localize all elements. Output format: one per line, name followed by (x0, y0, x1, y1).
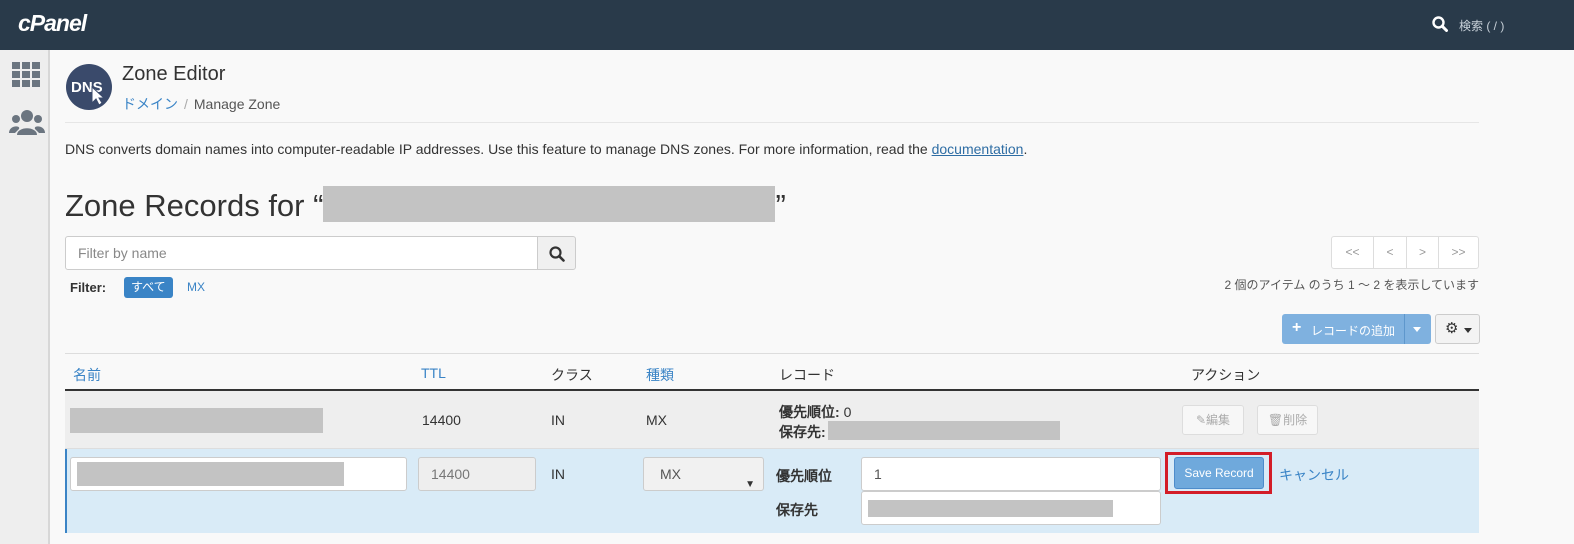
edit-button[interactable]: ✎編集 (1182, 405, 1244, 435)
record-class: IN (551, 412, 565, 428)
edit-label: 編集 (1206, 413, 1231, 427)
cancel-link[interactable]: キャンセル (1279, 465, 1349, 485)
priority-field-label: 優先順位 (776, 468, 832, 484)
priority-input[interactable]: 1 (861, 457, 1161, 491)
chevron-down-icon[interactable] (1413, 327, 1421, 332)
breadcrumb-current: Manage Zone (193, 96, 281, 112)
header-divider (65, 122, 1479, 123)
search-shortcut-label[interactable]: 検索 ( / ) (1459, 17, 1504, 34)
zone-records-title: Zone Records for “ ” (65, 186, 786, 224)
button-divider (1404, 314, 1405, 344)
page-prev-button[interactable]: < (1373, 237, 1406, 268)
column-header-record: レコード (779, 367, 835, 383)
filter-label: Filter: (70, 280, 107, 295)
filter-mx-pill[interactable]: MX (187, 280, 205, 294)
save-record-button[interactable]: Save Record (1174, 457, 1264, 489)
filter-all-pill[interactable]: すべて (124, 277, 173, 298)
pagination: << < > >> (1331, 236, 1479, 269)
edit-class: IN (551, 466, 565, 482)
record-type: MX (646, 412, 667, 428)
column-header-ttl[interactable]: TTL (421, 365, 446, 381)
filter-search-button[interactable] (537, 236, 576, 270)
gear-icon: ⚙ (1445, 320, 1459, 337)
priority-value: 0 (843, 404, 852, 420)
description-suffix: . (1023, 141, 1028, 157)
priority-label: 優先順位: (779, 404, 840, 420)
filter-by-name-input[interactable] (65, 236, 538, 270)
top-bar: cPanel 検索 ( / ) (0, 0, 1574, 50)
delete-label: 削除 (1283, 413, 1308, 427)
apps-grid-icon[interactable] (12, 62, 42, 88)
cpanel-logo[interactable]: cPanel (18, 10, 87, 37)
search-icon[interactable] (1432, 16, 1448, 32)
redacted-name-value (77, 462, 344, 486)
ttl-input[interactable]: 14400 (418, 457, 536, 491)
chevron-down-icon (1464, 328, 1472, 333)
redacted-domain (323, 186, 776, 222)
description-text: DNS converts domain names into computer-… (65, 141, 932, 157)
delete-button[interactable]: 🗑削除 (1257, 405, 1318, 435)
type-select[interactable]: MX ▼ (643, 457, 764, 491)
page-first-button[interactable]: << (1332, 237, 1373, 268)
column-header-name[interactable]: 名前 (73, 365, 101, 385)
dns-icon: DNS (66, 64, 112, 110)
page-title: Zone Editor (122, 63, 226, 85)
page-last-button[interactable]: >> (1438, 237, 1478, 268)
breadcrumb-separator: / (184, 96, 188, 112)
redacted-destination-value (868, 500, 1113, 517)
record-name-input[interactable] (70, 457, 407, 491)
zone-title-prefix: Zone Records for “ (65, 188, 324, 223)
record-priority: 優先順位: 0 (779, 402, 851, 422)
settings-dropdown-button[interactable]: ⚙ (1435, 314, 1480, 344)
zone-title-suffix: ” (775, 188, 786, 223)
redacted-destination (828, 421, 1060, 440)
breadcrumb-domains-link[interactable]: ドメイン (122, 96, 178, 112)
page-next-button[interactable]: > (1406, 237, 1438, 268)
search-icon (549, 246, 565, 262)
plus-icon: + (1292, 319, 1302, 336)
documentation-link[interactable]: documentation (932, 141, 1024, 157)
page-description: DNS converts domain names into computer-… (65, 141, 1027, 157)
destination-field-label: 保存先 (776, 502, 818, 518)
type-select-value: MX (660, 466, 681, 482)
left-sidebar (0, 50, 50, 544)
column-header-type[interactable]: 種類 (646, 365, 674, 385)
record-ttl: 14400 (422, 412, 461, 428)
column-header-class: クラス (551, 367, 593, 383)
pencil-icon: ✎ (1195, 413, 1207, 427)
users-icon[interactable] (9, 108, 45, 136)
table-header: 名前 TTL クラス 種類 レコード アクション (65, 353, 1479, 391)
table-row: 14400 IN MX 優先順位: 0 保存先: ✎編集 🗑削除 (65, 391, 1479, 449)
column-header-actions: アクション (1191, 367, 1261, 383)
redacted-record-name (70, 408, 323, 433)
trash-icon: 🗑 (1267, 413, 1284, 427)
destination-label: 保存先: (779, 424, 826, 440)
destination-input[interactable] (861, 491, 1161, 525)
add-record-label: レコードの追加 (1311, 324, 1396, 338)
chevron-down-icon: ▼ (745, 479, 755, 490)
add-record-button[interactable]: + レコードの追加 (1282, 314, 1431, 344)
item-count-summary: 2 個のアイテム のうち 1 〜 2 を表示しています (1224, 278, 1479, 292)
breadcrumb: ドメイン / Manage Zone (122, 94, 280, 114)
record-destination: 保存先: (779, 422, 826, 442)
